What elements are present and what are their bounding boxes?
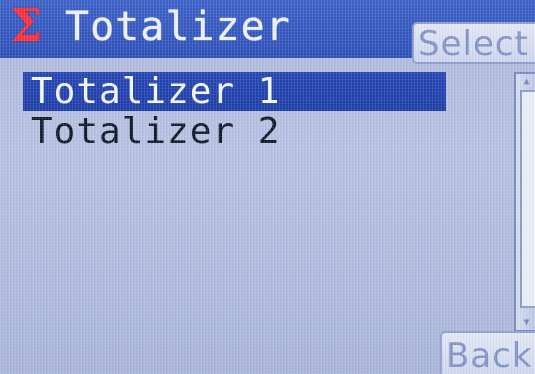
select-button[interactable]: Select <box>412 22 535 64</box>
page-title: Totalizer <box>65 4 291 50</box>
lcd-screen: Σ Totalizer Select Totalizer 1 Totalizer… <box>0 0 535 374</box>
scroll-down-icon[interactable]: ▼ <box>522 318 531 328</box>
list-item-totalizer-1[interactable]: Totalizer 1 <box>23 72 446 111</box>
scroll-up-icon[interactable]: ▲ <box>522 77 531 87</box>
back-button[interactable]: Back <box>440 331 535 374</box>
sigma-icon: Σ <box>10 0 42 52</box>
totalizer-list: Totalizer 1 Totalizer 2 <box>23 72 448 152</box>
vertical-scrollbar[interactable]: ▲ ▼ <box>514 72 535 332</box>
scroll-thumb[interactable] <box>520 90 535 308</box>
list-item-totalizer-2[interactable]: Totalizer 2 <box>23 112 446 151</box>
